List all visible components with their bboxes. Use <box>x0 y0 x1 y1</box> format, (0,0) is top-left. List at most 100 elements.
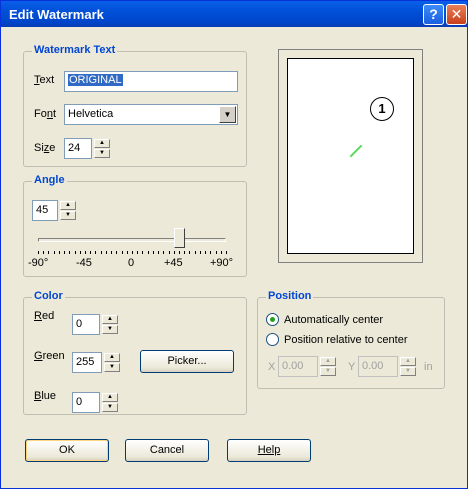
slider-tick <box>38 251 39 254</box>
slider-tick <box>111 251 113 254</box>
y-value[interactable]: 0.00 <box>358 356 398 377</box>
tick-label: -90° <box>28 257 49 269</box>
slider-tick <box>105 251 107 254</box>
text-input-value: ORIGINAL <box>68 74 123 86</box>
help-button-label: Help <box>257 444 281 456</box>
auto-center-label[interactable]: Automatically center <box>284 314 383 326</box>
text-input[interactable]: ORIGINAL <box>64 71 238 92</box>
spin-down-icon[interactable]: ▼ <box>60 211 76 220</box>
spin-up-icon[interactable]: ▲ <box>102 393 118 402</box>
slider-tick <box>220 251 222 254</box>
slider-tick <box>69 251 71 254</box>
position-group-label: Position <box>266 290 314 302</box>
spin-down-icon[interactable]: ▼ <box>400 367 416 376</box>
slider-tick <box>79 251 81 254</box>
watermark-text-group-label: Watermark Text <box>32 44 118 56</box>
x-value[interactable]: 0.00 <box>278 356 318 377</box>
slider-tick <box>210 251 212 254</box>
spin-down-icon[interactable]: ▼ <box>104 363 120 372</box>
preview-frame: 1 <box>278 49 423 263</box>
chevron-down-icon[interactable]: ▼ <box>219 106 236 123</box>
slider-tick <box>168 251 170 254</box>
angle-slider-ticks <box>38 251 227 256</box>
spin-up-icon[interactable]: ▲ <box>60 201 76 210</box>
slider-tick <box>121 251 123 254</box>
blue-stepper[interactable]: 0 ▲ ▼ <box>72 392 118 413</box>
angle-slider-track[interactable] <box>38 238 226 242</box>
red-label: Red <box>34 310 55 322</box>
color-group-label: Color <box>32 290 65 302</box>
watermark-text-group: Watermark Text Text ORIGINAL Font Helvet… <box>23 44 247 167</box>
picker-button[interactable]: Picker... <box>140 350 234 373</box>
angle-stepper[interactable]: 45 ▲ ▼ <box>32 200 76 221</box>
y-label: Y <box>348 361 356 373</box>
ok-button[interactable]: OK <box>25 439 109 462</box>
red-value[interactable]: 0 <box>72 314 100 335</box>
slider-tick <box>179 251 180 254</box>
green-value[interactable]: 255 <box>72 352 102 373</box>
tick-label: 0 <box>128 257 135 269</box>
text-label: Text <box>34 74 55 86</box>
watermark-preview-mark <box>349 144 363 158</box>
cancel-button-label: Cancel <box>149 444 185 456</box>
x-label: X <box>268 361 276 373</box>
angle-group: Angle 45 ▲ ▼ -90° -45 0 +45 +90° <box>23 174 247 277</box>
spin-up-icon[interactable]: ▲ <box>320 357 336 366</box>
font-select[interactable]: Helvetica ▼ <box>64 104 238 125</box>
slider-tick <box>132 251 133 254</box>
angle-value[interactable]: 45 <box>32 200 58 221</box>
slider-tick <box>137 251 139 254</box>
slider-tick <box>90 251 92 254</box>
auto-center-radio[interactable] <box>266 313 279 326</box>
slider-tick <box>194 251 196 254</box>
unit-label: in <box>424 361 433 373</box>
help-icon[interactable]: ? <box>423 4 444 25</box>
slider-tick <box>116 251 118 254</box>
spin-down-icon[interactable]: ▼ <box>94 149 110 158</box>
size-label: Size <box>34 142 56 154</box>
window-title: Edit Watermark <box>9 7 104 22</box>
edit-watermark-dialog: Edit Watermark ? ✕ Watermark Text Text O… <box>0 0 468 489</box>
slider-tick <box>163 251 165 254</box>
font-select-value: Helvetica <box>68 108 114 120</box>
slider-tick <box>48 251 50 254</box>
green-stepper[interactable]: 255 ▲ ▼ <box>72 352 120 373</box>
spin-up-icon[interactable]: ▲ <box>94 139 110 148</box>
spin-up-icon[interactable]: ▲ <box>400 357 416 366</box>
angle-group-label: Angle <box>32 174 67 186</box>
help-button[interactable]: Help <box>227 439 311 462</box>
spin-down-icon[interactable]: ▼ <box>320 367 336 376</box>
red-stepper[interactable]: 0 ▲ ▼ <box>72 314 118 335</box>
green-label: Green <box>34 350 65 362</box>
spin-up-icon[interactable]: ▲ <box>104 353 120 362</box>
tick-label: +90° <box>210 257 234 269</box>
slider-tick <box>173 251 175 254</box>
slider-tick <box>152 251 154 254</box>
blue-label: Blue <box>34 390 57 402</box>
relative-position-label[interactable]: Position relative to center <box>284 334 408 346</box>
slider-tick <box>43 251 45 254</box>
spin-down-icon[interactable]: ▼ <box>102 403 118 412</box>
slider-tick <box>53 251 55 254</box>
angle-slider-thumb[interactable] <box>174 228 185 248</box>
ok-button-label: OK <box>59 444 75 456</box>
close-icon[interactable]: ✕ <box>446 4 467 25</box>
x-stepper[interactable]: 0.00 ▲ ▼ <box>278 356 338 377</box>
slider-tick <box>58 251 60 254</box>
y-stepper[interactable]: 0.00 ▲ ▼ <box>358 356 418 377</box>
relative-position-radio[interactable] <box>266 333 279 346</box>
font-label: Font <box>34 108 57 120</box>
slider-tick <box>64 251 66 254</box>
slider-tick <box>95 251 97 254</box>
slider-tick <box>147 251 149 254</box>
slider-tick <box>199 251 201 254</box>
tick-label: -45 <box>76 257 92 269</box>
size-value[interactable]: 24 <box>64 138 92 159</box>
blue-value[interactable]: 0 <box>72 392 100 413</box>
cancel-button[interactable]: Cancel <box>125 439 209 462</box>
position-group: Position Automatically center Position r… <box>257 290 445 389</box>
spin-up-icon[interactable]: ▲ <box>102 315 118 324</box>
spin-down-icon[interactable]: ▼ <box>102 325 118 334</box>
title-bar[interactable]: Edit Watermark ? ✕ <box>1 1 467 27</box>
size-stepper[interactable]: 24 ▲ ▼ <box>64 138 110 159</box>
